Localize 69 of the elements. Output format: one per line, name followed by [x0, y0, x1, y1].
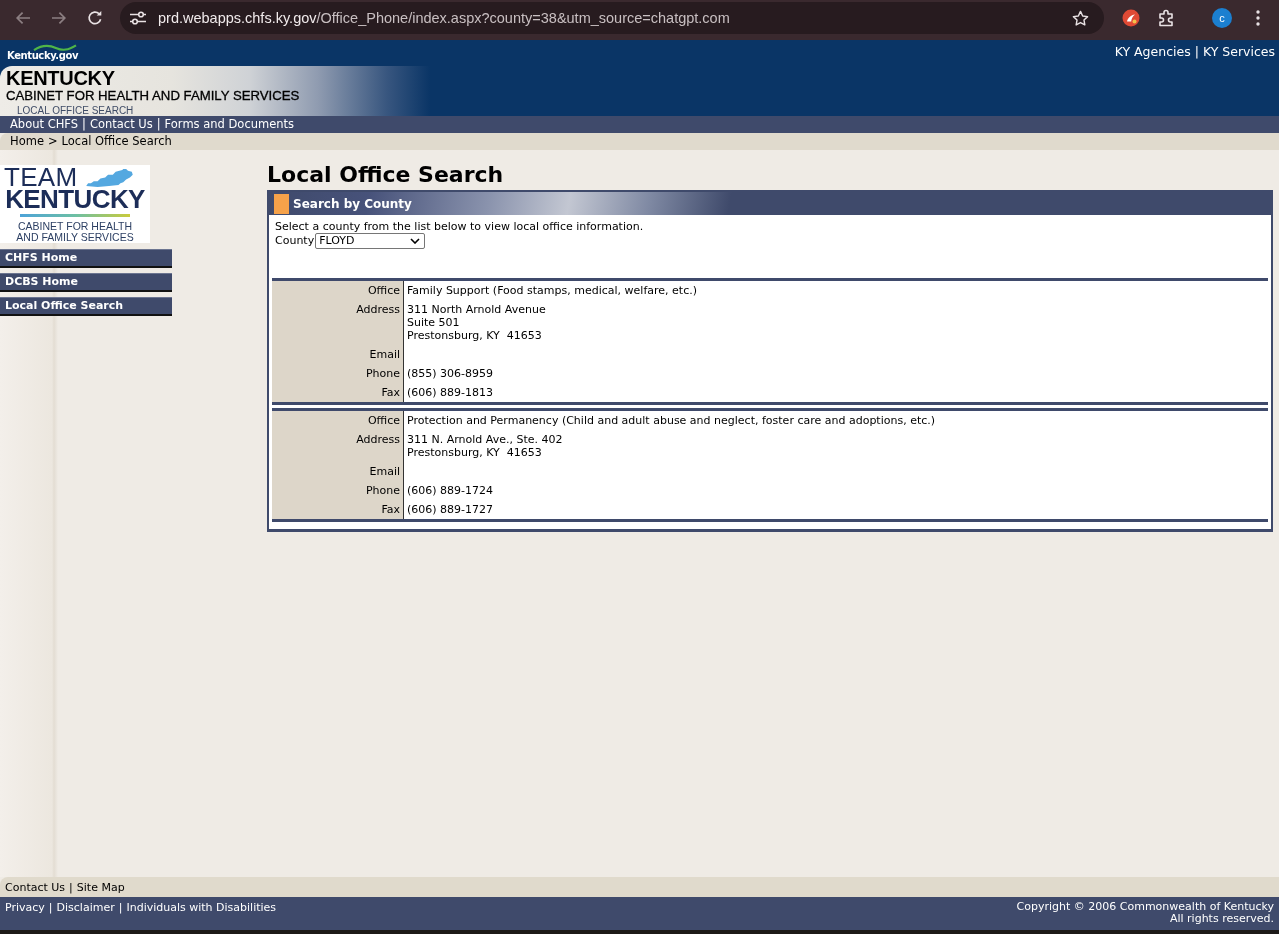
- field-value: (606) 889-1727: [407, 503, 494, 516]
- profile-button[interactable]: c: [1212, 8, 1232, 28]
- logo-subtitle: CABINET FOR HEALTH: [18, 221, 132, 232]
- county-label: County: [275, 234, 315, 247]
- state-map-icon: [85, 168, 134, 187]
- footer-link[interactable]: Individuals with Disabilities: [126, 901, 277, 915]
- nav-link[interactable]: About CHFS: [10, 116, 79, 133]
- round-logo-icon[interactable]: [1122, 9, 1140, 27]
- top-link[interactable]: KY Services: [1202, 44, 1275, 59]
- link-separator: |: [48, 901, 53, 915]
- footer-link[interactable]: Privacy: [5, 901, 45, 915]
- back-arrow-icon[interactable]: [15, 10, 31, 26]
- field-label: Email: [369, 348, 400, 361]
- top-link[interactable]: KY Agencies: [1114, 44, 1191, 59]
- sidebar-item[interactable]: CHFS Home: [0, 249, 172, 268]
- field-label: Address: [356, 303, 400, 316]
- copyright-text: Copyright © 2006 Commonwealth of Kentucky All rights reserved.: [1016, 901, 1274, 925]
- field-value: Family Support (Food stamps, medical, welfare, etc.): [407, 284, 697, 297]
- logo-subtitle: AND FAMILY SERVICES: [16, 232, 134, 243]
- chevron-down-icon: [410, 238, 421, 244]
- breadcrumb-link[interactable]: Home: [10, 133, 44, 150]
- kentucky-gov-logo[interactable]: Kentucky.gov: [7, 44, 79, 61]
- field-value: (855) 306-8959: [407, 367, 494, 380]
- sidebar-item[interactable]: Local Office Search: [0, 297, 172, 316]
- nav-link[interactable]: Forms and Documents: [164, 116, 295, 133]
- address-bar[interactable]: prd.webapps.chfs.ky.gov/Office_Phone/index.aspx?county=38&utm_source=chatgpt.com: [120, 2, 1104, 34]
- more-menu-icon[interactable]: [1256, 10, 1260, 26]
- instructions-text: Select a county from the list below to view local office information.: [275, 220, 644, 233]
- field-value: Protection and Permanency (Child and adult abuse and neglect, foster care and adoptions, etc.): [407, 414, 936, 427]
- swoosh-icon: [31, 44, 79, 51]
- breadcrumb-separator: >: [47, 133, 58, 150]
- county-select[interactable]: FLOYD: [315, 233, 426, 249]
- logo-kentucky-text: KENTUCKY: [5, 188, 145, 210]
- link-separator: |: [118, 901, 123, 915]
- link-separator: |: [82, 116, 86, 133]
- link-separator: |: [1194, 44, 1199, 59]
- field-label: Phone: [365, 484, 400, 497]
- footer-link[interactable]: Contact Us: [5, 880, 66, 894]
- bookmark-star-icon[interactable]: [1072, 9, 1089, 27]
- puzzle-icon[interactable]: [1158, 9, 1176, 27]
- url-text: prd.webapps.chfs.ky.gov/Office_Phone/index.aspx?county=38&utm_source=chatgpt.com: [158, 10, 730, 26]
- field-label: Office: [367, 414, 400, 427]
- site-info-icon[interactable]: [129, 10, 147, 26]
- panel-title: Search by County: [293, 196, 412, 211]
- field-value: 311 North Arnold Avenue Suite 501 Prestonsburg, KY 41653: [407, 303, 546, 342]
- link-separator: |: [156, 116, 161, 133]
- square-marker-icon: [274, 193, 289, 214]
- field-label: Fax: [381, 386, 400, 399]
- breadcrumb-current: Local Office Search: [61, 133, 172, 150]
- field-label: Address: [356, 433, 400, 446]
- logo-team-text: TEAM: [4, 166, 78, 188]
- sidebar-item[interactable]: DCBS Home: [0, 273, 172, 292]
- nav-link[interactable]: Contact Us: [89, 116, 153, 133]
- field-value: (606) 889-1724: [407, 484, 494, 497]
- banner-section: LOCAL OFFICE SEARCH: [17, 106, 134, 116]
- page-heading: Local Office Search: [267, 162, 504, 188]
- footer-link[interactable]: Site Map: [76, 880, 125, 894]
- field-label: Fax: [381, 503, 400, 516]
- forward-arrow-icon[interactable]: [51, 10, 67, 26]
- banner-subtitle: CABINET FOR HEALTH AND FAMILY SERVICES: [6, 89, 300, 102]
- footer-link[interactable]: Disclaimer: [56, 901, 115, 915]
- link-separator: |: [69, 880, 73, 894]
- banner-title: KENTUCKY: [6, 69, 115, 88]
- field-value: 311 N. Arnold Ave., Ste. 402 Prestonsburg, KY 41653: [407, 433, 563, 459]
- reload-icon[interactable]: [87, 10, 103, 26]
- field-value: (606) 889-1813: [407, 386, 494, 399]
- field-label: Phone: [365, 367, 400, 380]
- field-label: Office: [367, 284, 400, 297]
- field-label: Email: [369, 465, 400, 478]
